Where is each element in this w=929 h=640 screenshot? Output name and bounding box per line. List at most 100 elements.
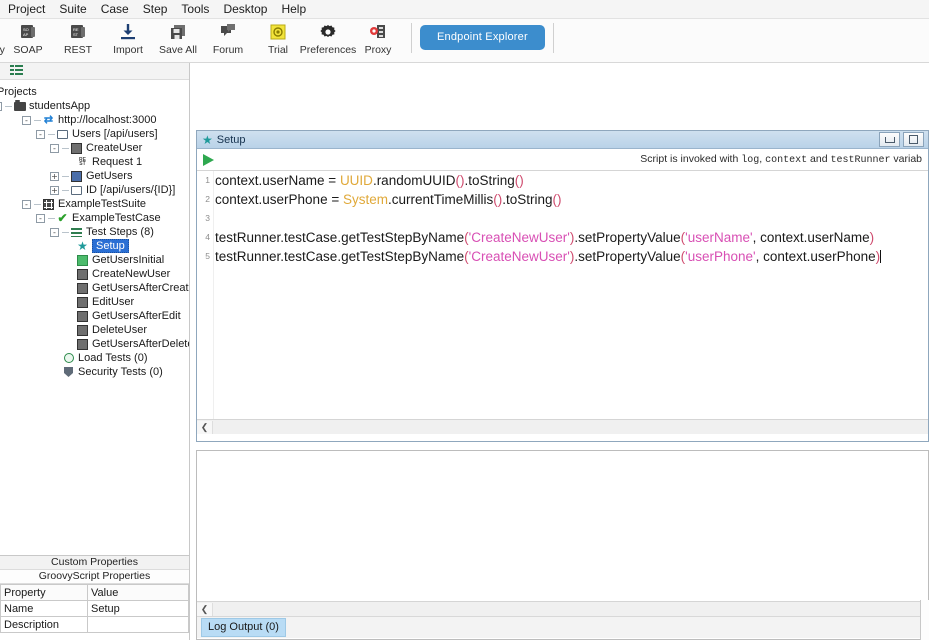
hint-context: context <box>765 155 808 166</box>
tree-item-users-resource[interactable]: - Users [/api/users] <box>0 127 189 141</box>
tree-item-getusersafterdelete[interactable]: GetUsersAfterDelete <box>0 337 189 351</box>
expander-interface[interactable]: - <box>22 115 31 125</box>
expander-exampletestcase[interactable]: - <box>36 213 45 223</box>
menu-item-case[interactable]: Case <box>94 1 136 18</box>
code-line[interactable]: context.userName = UUID.randomUUID ().toS… <box>215 171 928 190</box>
tree-guide-dash <box>62 189 69 191</box>
expander-test-steps[interactable]: - <box>50 227 59 237</box>
expander-createuser-method[interactable]: - <box>50 143 59 153</box>
code-token: .randomUUID <box>372 173 456 188</box>
expander-users-resource[interactable]: - <box>36 129 45 139</box>
expander-exampletestsuite[interactable]: - <box>22 199 31 209</box>
tree-item-setup[interactable]: ★ Setup <box>0 239 189 253</box>
tree-item-load-tests[interactable]: Load Tests (0) <box>0 351 189 365</box>
tree-item-edituser[interactable]: EditUser <box>0 295 189 309</box>
expander-getusers-method[interactable]: + <box>50 171 59 181</box>
menu-item-project[interactable]: Project <box>1 1 52 18</box>
navigator-toolbar <box>0 63 189 80</box>
toolbar-label-proxy: Proxy <box>364 44 392 56</box>
table-row[interactable]: Description <box>0 616 189 633</box>
menu-item-tools[interactable]: Tools <box>174 1 216 18</box>
toolbar-button-save-all[interactable]: Save All <box>153 19 203 61</box>
tree-label-getusersaftercreate: GetUsersAfterCreate <box>92 282 190 294</box>
tree-item-getusersinitial[interactable]: GetUsersInitial <box>0 253 189 267</box>
toolbar-button-soap[interactable]: SO AP SOAP <box>3 19 53 61</box>
run-triangle-icon[interactable] <box>203 153 214 166</box>
tree-item-id-resource[interactable]: + ID [/api/users/{ID}] <box>0 183 189 197</box>
maximize-icon[interactable] <box>903 132 924 147</box>
tree-root-projects[interactable]: Projects <box>0 85 189 99</box>
tree-item-exampletestsuite[interactable]: - ExampleTestSuite <box>0 197 189 211</box>
menu-item-desktop[interactable]: Desktop <box>216 1 274 18</box>
tab-groovyscript-properties[interactable]: GroovyScript Properties <box>0 570 189 584</box>
code-line[interactable] <box>215 209 928 228</box>
toolbar-label-save-all: Save All <box>159 44 197 56</box>
toolbar-label-import: Import <box>113 44 143 56</box>
editor-horizontal-scrollbar[interactable]: ❮ <box>197 419 928 434</box>
code-line[interactable]: context.userPhone = System.currentTimeMi… <box>215 190 928 209</box>
line-number: 5 <box>205 251 210 261</box>
scrollbar-track[interactable] <box>213 602 928 616</box>
toolbar-button-import[interactable]: Import <box>103 19 153 61</box>
expander-id-resource[interactable]: + <box>50 185 59 195</box>
code-lines[interactable]: context.userName = UUID.randomUUID().toS… <box>215 171 928 266</box>
toolbar-button-forum[interactable]: Forum <box>203 19 253 61</box>
code-token: () <box>552 192 562 207</box>
tree-item-request-1[interactable]: RE ST Request 1 <box>0 155 189 169</box>
scrollbar-track[interactable] <box>213 420 928 434</box>
tree-label-users-resource: Users [/api/users] <box>72 128 158 140</box>
line-number: 2 <box>205 194 210 204</box>
property-value-cell[interactable]: Setup <box>87 600 189 617</box>
toolbar-button-rest[interactable]: RE ST REST <box>53 19 103 61</box>
endpoint-explorer-button[interactable]: Endpoint Explorer <box>420 25 545 50</box>
tree-item-exampletestcase[interactable]: - ✔ ExampleTestCase <box>0 211 189 225</box>
tree-label-getusersafterdelete: GetUsersAfterDelete <box>92 338 190 350</box>
scroll-left-arrow[interactable]: ❮ <box>197 420 213 434</box>
table-row[interactable]: Name Setup <box>0 600 189 617</box>
tree-item-test-steps[interactable]: - Test Steps (8) <box>0 225 189 239</box>
toolbar-button-proxy[interactable]: Proxy <box>353 19 403 61</box>
rest-project-icon: RE ST <box>69 21 87 43</box>
right-edge-panel-sliver <box>920 600 929 640</box>
tab-log-output[interactable]: Log Output (0) <box>201 618 286 637</box>
tree-item-getusers-method[interactable]: + GetUsers <box>0 169 189 183</box>
tree-item-getusersaftercreate[interactable]: GetUsersAfterCreate <box>0 281 189 295</box>
tree-guide-dash <box>34 203 41 205</box>
code-line[interactable]: testRunner.testCase.getTestStepByName('C… <box>215 247 928 266</box>
tab-custom-properties[interactable]: Custom Properties <box>0 556 189 570</box>
menu-item-suite[interactable]: Suite <box>52 1 93 18</box>
tree-item-deleteuser[interactable]: DeleteUser <box>0 323 189 337</box>
tree-guide-dash <box>48 133 55 135</box>
log-output-body[interactable] <box>197 451 928 601</box>
menu-item-step[interactable]: Step <box>136 1 175 18</box>
toolbar-button-preferences[interactable]: Preferences <box>300 19 356 61</box>
toolbar-button-trial[interactable]: Trial <box>253 19 303 61</box>
tree-label-security-tests: Security Tests (0) <box>78 366 163 378</box>
script-code-area[interactable]: 1 2 3 4 5 context.userName = UUID.random… <box>197 171 928 419</box>
editor-title-bar[interactable]: ★ Setup <box>197 131 928 149</box>
tree-label-setup: Setup <box>92 239 129 253</box>
minimize-icon[interactable] <box>879 132 900 147</box>
property-value-cell[interactable] <box>87 616 189 633</box>
editor-subtoolbar: Script is invoked with log, context and … <box>197 149 928 171</box>
scroll-left-arrow[interactable]: ❮ <box>197 602 213 616</box>
code-line[interactable]: testRunner.testCase.getTestStepByName('C… <box>215 228 928 247</box>
tree-item-interface[interactable]: - ⇄ http://localhost:3000 <box>0 113 189 127</box>
code-token: .setPropertyValue <box>574 230 681 245</box>
code-token: .currentTimeMillis <box>387 192 494 207</box>
code-token: , context.userPhone <box>755 249 876 264</box>
log-horizontal-scrollbar[interactable]: ❮ <box>197 601 928 616</box>
log-output-panel: ❮ Log Output (0) <box>196 450 929 640</box>
navigator-menu-icon[interactable] <box>10 64 23 78</box>
code-token: testRunner.testCase.getTestStepByName <box>215 249 465 264</box>
tree-item-createnewuser[interactable]: CreateNewUser <box>0 267 189 281</box>
menu-item-help[interactable]: Help <box>274 1 313 18</box>
tree-item-studentsapp[interactable]: - studentsApp <box>0 99 189 113</box>
menu-bar: Project Suite Case Step Tools Desktop He… <box>0 0 929 19</box>
tree-item-security-tests[interactable]: Security Tests (0) <box>0 365 189 379</box>
tree-item-getusersafteredit[interactable]: GetUsersAfterEdit <box>0 309 189 323</box>
expander-studentsapp[interactable]: - <box>0 101 2 111</box>
code-token: .setPropertyValue <box>574 249 681 264</box>
toolbar-label-rest: REST <box>63 44 92 56</box>
tree-item-createuser-method[interactable]: - CreateUser <box>0 141 189 155</box>
